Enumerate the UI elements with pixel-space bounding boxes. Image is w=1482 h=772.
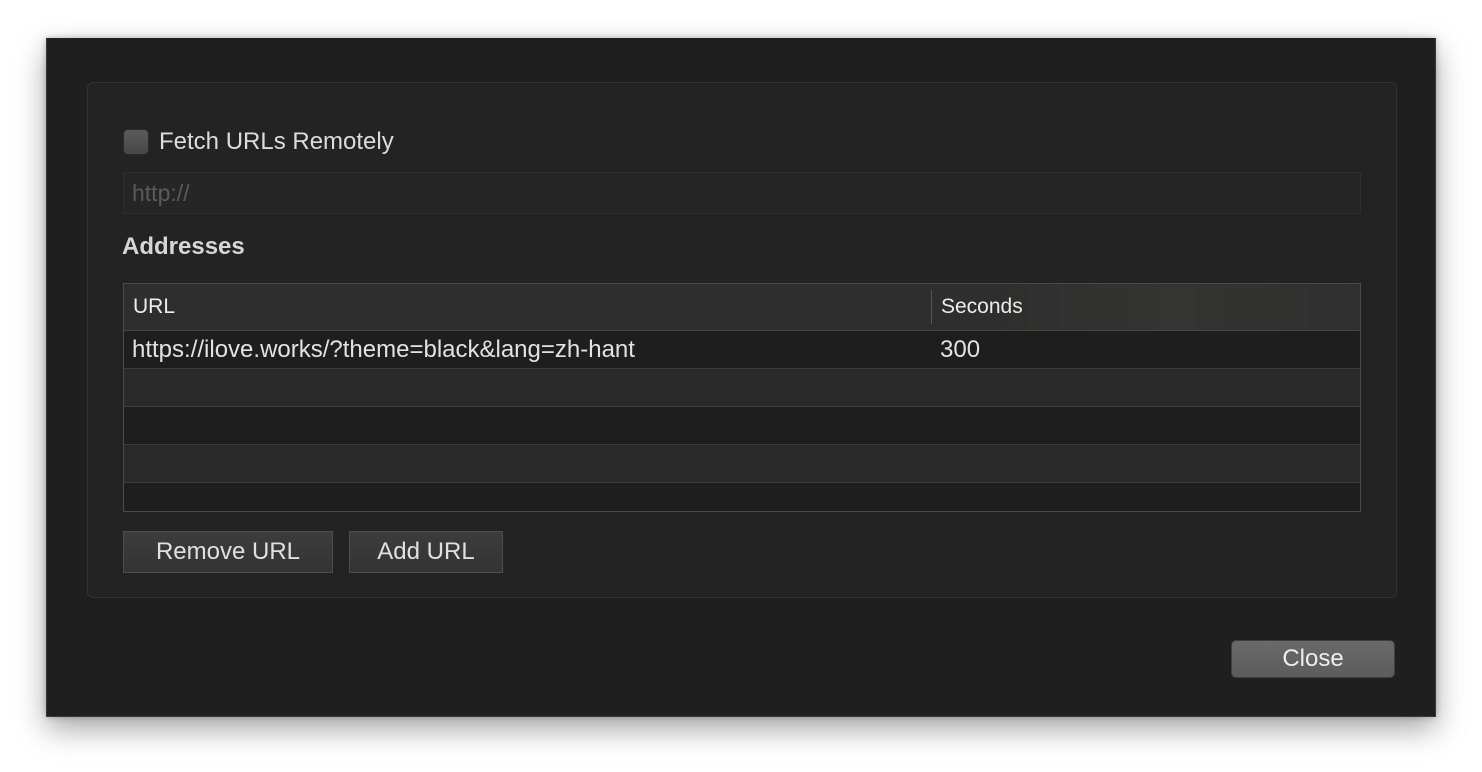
empty-table-row	[124, 407, 1360, 445]
column-header-url[interactable]: URL	[124, 290, 932, 324]
table-header: URL Seconds	[124, 284, 1360, 331]
empty-table-row	[124, 369, 1360, 407]
preferences-sheet: Fetch URLs Remotely Addresses URL Second…	[46, 38, 1436, 717]
url-cell[interactable]: https://ilove.works/?theme=black&lang=zh…	[124, 331, 932, 368]
add-url-button[interactable]: Add URL	[349, 531, 503, 573]
settings-group-box: Fetch URLs Remotely Addresses URL Second…	[87, 82, 1397, 598]
remove-url-button[interactable]: Remove URL	[123, 531, 333, 573]
window-top-strip	[72, 0, 1408, 38]
addresses-table: URL Seconds https://ilove.works/?theme=b…	[123, 283, 1361, 512]
table-row[interactable]: https://ilove.works/?theme=black&lang=zh…	[124, 331, 1360, 369]
addresses-heading: Addresses	[122, 233, 245, 260]
empty-table-row	[124, 445, 1360, 483]
close-button[interactable]: Close	[1231, 640, 1395, 678]
fetch-remote-checkbox[interactable]	[123, 129, 149, 155]
fetch-remote-label: Fetch URLs Remotely	[159, 128, 394, 155]
seconds-cell[interactable]: 300	[932, 331, 1360, 368]
empty-table-row	[124, 483, 1360, 511]
column-header-seconds[interactable]: Seconds	[932, 284, 1360, 330]
fetch-remote-option[interactable]: Fetch URLs Remotely	[123, 127, 394, 157]
remote-url-field[interactable]	[123, 172, 1361, 214]
